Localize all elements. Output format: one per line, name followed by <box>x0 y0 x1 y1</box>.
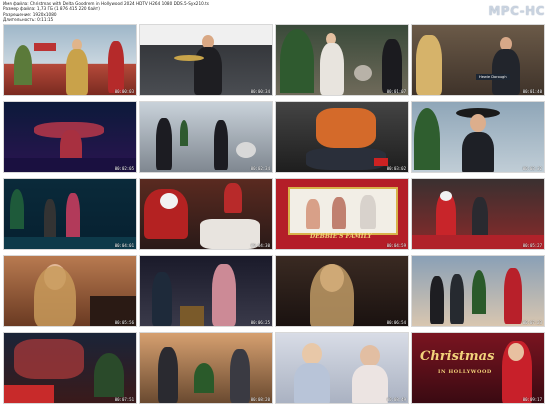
thumbnail-7[interactable]: 00:03:02 <box>275 101 409 173</box>
thumbnail-9[interactable]: 00:04:01 <box>3 178 137 250</box>
timestamp: 00:00:03 <box>114 89 134 94</box>
file-info: Имя файла: Christmas with Delta Goodrem … <box>3 1 443 23</box>
thumbnail-3[interactable]: 00:01:07 <box>275 24 409 96</box>
info-duration: Длительность: 0:11:15 <box>3 17 54 23</box>
timestamp: 00:08:49 <box>386 397 406 402</box>
timestamp: 00:05:27 <box>522 243 542 248</box>
thumbnail-17[interactable]: 00:07:51 <box>3 332 137 404</box>
family-banner: DEBBIE'S FAMILY <box>310 233 372 240</box>
mpc-hc-logo: MPC-HC <box>488 4 545 18</box>
show-title: Christmas <box>420 349 495 364</box>
thumbnail-20[interactable]: Christmas IN HOLLYWOOD 00:09:17 <box>411 332 545 404</box>
thumbnail-6[interactable]: 00:02:34 <box>139 101 273 173</box>
timestamp: 00:08:20 <box>250 397 270 402</box>
timestamp: 00:09:17 <box>522 397 542 402</box>
thumbnail-12[interactable]: 00:05:27 <box>411 178 545 250</box>
thumbnail-grid: 00:00:03 00:00:34 00:01:07 Hewie Dorough… <box>3 24 547 404</box>
timestamp: 00:02:34 <box>250 166 270 171</box>
timestamp: 00:04:01 <box>114 243 134 248</box>
timestamp: 00:06:25 <box>250 320 270 325</box>
thumbnail-5[interactable]: 00:02:05 <box>3 101 137 173</box>
name-caption: Hewie Dorough <box>476 74 510 80</box>
timestamp: 00:05:56 <box>114 320 134 325</box>
show-subtitle: IN HOLLYWOOD <box>438 369 492 375</box>
thumbnail-2[interactable]: 00:00:34 <box>139 24 273 96</box>
timestamp: 00:03:02 <box>386 166 406 171</box>
timestamp: 00:02:05 <box>114 166 134 171</box>
thumbnail-14[interactable]: 00:06:25 <box>139 255 273 327</box>
thumbnail-8[interactable]: 00:03:32 <box>411 101 545 173</box>
thumbnail-10[interactable]: 00:04:30 <box>139 178 273 250</box>
timestamp: 00:06:54 <box>386 320 406 325</box>
thumbnail-15[interactable]: 00:06:54 <box>275 255 409 327</box>
timestamp: 00:03:32 <box>522 166 542 171</box>
thumbnail-13[interactable]: 00:05:56 <box>3 255 137 327</box>
thumbnail-1[interactable]: 00:00:03 <box>3 24 137 96</box>
timestamp: 00:07:23 <box>522 320 542 325</box>
thumbnail-16[interactable]: 00:07:23 <box>411 255 545 327</box>
thumbnail-18[interactable]: 00:08:20 <box>139 332 273 404</box>
timestamp: 00:01:07 <box>386 89 406 94</box>
timestamp: 00:01:40 <box>522 89 542 94</box>
timestamp: 00:07:51 <box>114 397 134 402</box>
thumbnail-11[interactable]: DEBBIE'S FAMILY 00:04:59 <box>275 178 409 250</box>
thumbnail-19[interactable]: 00:08:49 <box>275 332 409 404</box>
thumbnail-4[interactable]: Hewie Dorough 00:01:40 <box>411 24 545 96</box>
timestamp: 00:04:30 <box>250 243 270 248</box>
timestamp: 00:04:59 <box>386 243 406 248</box>
timestamp: 00:00:34 <box>250 89 270 94</box>
